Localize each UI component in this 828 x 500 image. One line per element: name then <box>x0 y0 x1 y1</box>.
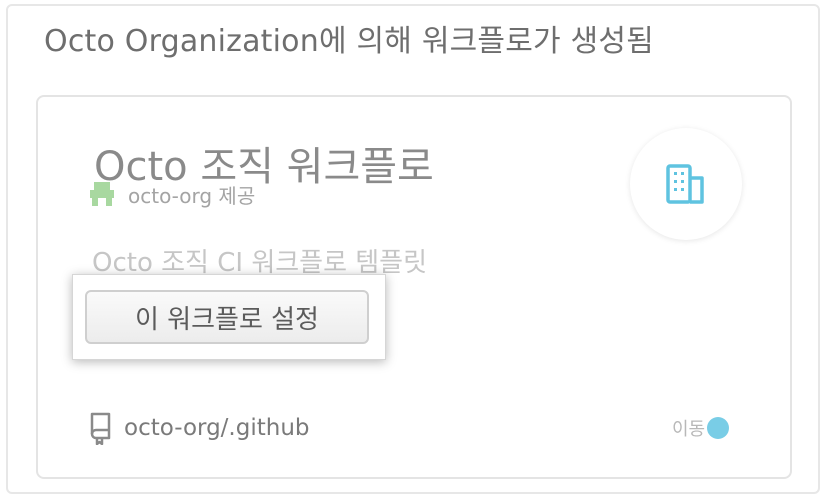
owner-row: octo-org 제공 <box>88 178 255 210</box>
repo-link[interactable]: octo-org/.github <box>124 415 310 441</box>
repo-icon <box>90 412 111 445</box>
section-heading: Octo Organization에 의해 워크플로가 생성됨 <box>44 24 654 59</box>
owner-avatar-icon <box>90 182 114 206</box>
repo-row: octo-org/.github <box>88 410 310 446</box>
owner-text: octo-org 제공 <box>128 183 256 208</box>
setup-workflow-button[interactable]: 이 워크플로 설정 <box>85 290 369 344</box>
language-color-dot <box>707 417 730 439</box>
org-badge <box>630 128 742 240</box>
language-indicator: 이동 <box>672 414 730 442</box>
building-icon <box>666 164 704 204</box>
language-label: 이동 <box>672 419 706 440</box>
